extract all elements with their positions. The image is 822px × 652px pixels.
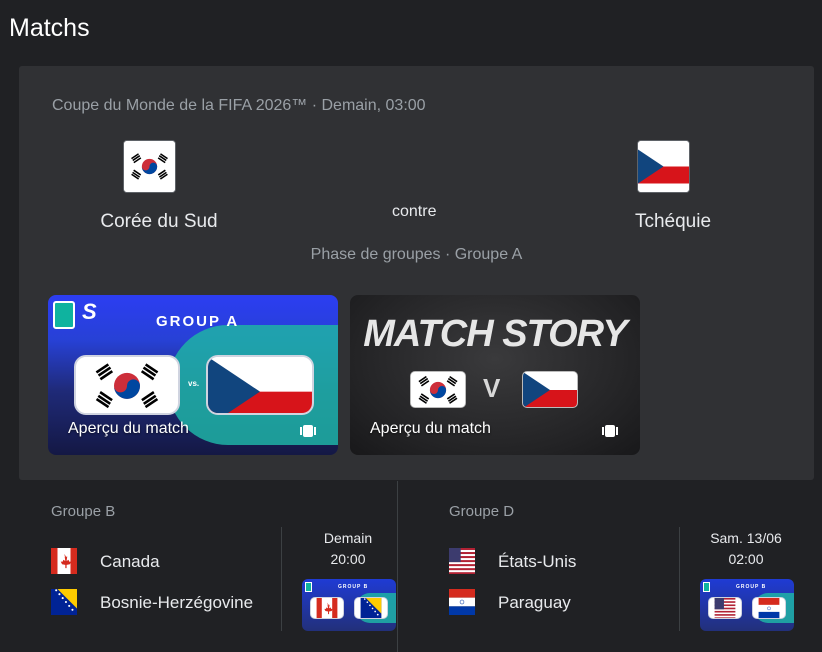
canada-flag-icon [310, 597, 344, 619]
versus-label: contre [392, 203, 437, 220]
video-overlay-text: GROUP A [156, 313, 240, 330]
match-meta: Coupe du Monde de la FIFA 2026™ · Demain… [52, 97, 426, 114]
shorts-icon [300, 424, 316, 437]
south-korea-flag-icon [74, 355, 180, 415]
video-label: Aperçu du match [68, 420, 189, 437]
czechia-flag-icon [206, 355, 314, 415]
match-day: Demain [323, 530, 373, 546]
canada-flag-icon [51, 548, 77, 574]
fixture-list: Groupe B Canada Bosnie-Herzégovine Demai… [19, 481, 814, 652]
fixture-card[interactable]: Groupe D États-Unis Paraguay Sam. 13/06 … [417, 481, 814, 652]
fixture-card[interactable]: Groupe B Canada Bosnie-Herzégovine Demai… [19, 481, 416, 652]
match-preview-video-group-a[interactable]: S GROUP A vs. Aperçu du match [48, 295, 338, 455]
video-label: Aperçu du match [370, 420, 491, 437]
world-cup-logo-icon [703, 582, 710, 592]
usa-flag-icon [449, 548, 475, 574]
paraguay-flag-icon [752, 597, 786, 619]
group-label: Groupe D [449, 503, 515, 520]
divider [281, 527, 282, 631]
thumbnail-text: GROUP B [736, 584, 767, 590]
vs-mark: vs. [188, 379, 200, 388]
vs-mark: V [483, 373, 501, 403]
czechia-flag-icon [637, 140, 690, 193]
divider [679, 527, 680, 631]
video-overlay-text: MATCH STORY [363, 313, 627, 355]
czechia-flag-icon [522, 371, 578, 408]
team-name: États-Unis [498, 552, 577, 571]
world-cup-logo-icon [53, 301, 75, 329]
usa-flag-icon [708, 597, 742, 619]
match-time: 02:00 [728, 551, 764, 567]
group-label: Groupe B [51, 503, 116, 520]
match-time: 20:00 [330, 551, 366, 567]
team-name: Canada [100, 552, 160, 571]
shorts-icon [602, 424, 618, 437]
stage-label: Phase de groupes · Groupe A [310, 246, 523, 263]
match-day: Sam. 13/06 [710, 530, 782, 546]
broadcaster-logo-icon: S [82, 299, 97, 324]
south-korea-flag-icon [410, 371, 466, 408]
bosnia-flag-icon [51, 589, 77, 615]
world-cup-logo-icon [305, 582, 312, 592]
paraguay-flag-icon [449, 589, 475, 615]
bosnia-flag-icon [354, 597, 388, 619]
video-thumbnail[interactable]: GROUP B [302, 579, 396, 631]
team-name: Paraguay [498, 593, 571, 612]
video-thumbnail[interactable]: GROUP B [700, 579, 794, 631]
thumbnail-text: GROUP B [338, 584, 369, 590]
away-team-name[interactable]: Tchéquie [593, 211, 753, 233]
page-title: Matchs [9, 14, 90, 42]
featured-match-card[interactable]: Coupe du Monde de la FIFA 2026™ · Demain… [19, 66, 814, 480]
match-story-video[interactable]: MATCH STORY V Aperçu du match [350, 295, 640, 455]
south-korea-flag-icon [123, 140, 176, 193]
divider [397, 481, 398, 652]
home-team-name[interactable]: Corée du Sud [79, 211, 239, 233]
team-name: Bosnie-Herzégovine [100, 593, 254, 612]
